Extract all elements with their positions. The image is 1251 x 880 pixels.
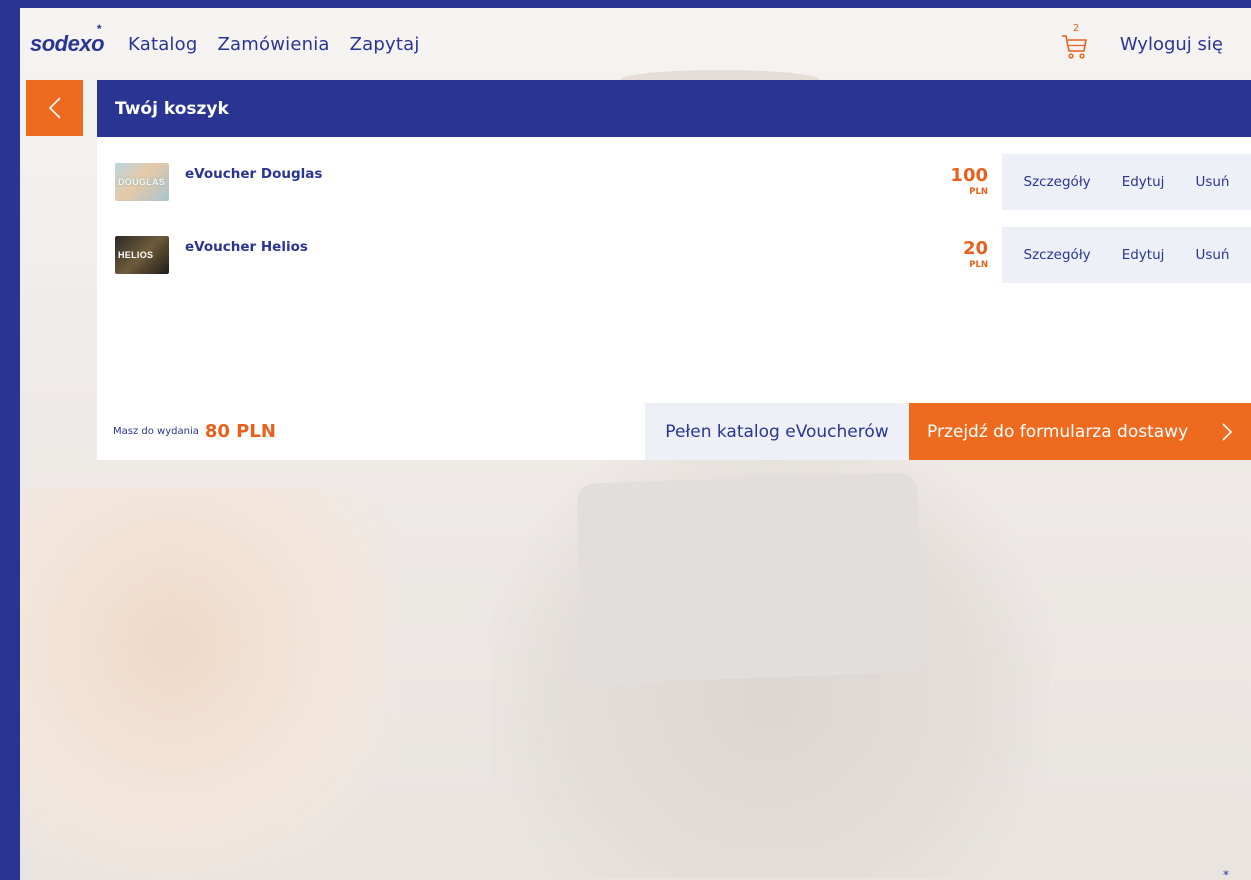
price-value: 100 (950, 165, 988, 187)
back-button[interactable] (26, 80, 83, 136)
cart-title: Twój koszyk (115, 98, 229, 119)
cart-item-helios: HELIOS eVoucher Helios 20 PLN Szczegóły … (97, 227, 1251, 283)
price-value: 20 (962, 238, 988, 260)
voucher-thumbnail-helios: HELIOS (115, 236, 169, 274)
price-currency: PLN (969, 187, 988, 198)
item-actions: Szczegóły Edytuj Usuń (1002, 154, 1251, 210)
nav-link-zamowienia[interactable]: Zamówienia (217, 34, 329, 55)
cart-header: Twój koszyk (97, 80, 1251, 137)
cart-count-badge: 2 (1072, 23, 1080, 34)
thumbnail-logo-text: DOUGLAS (118, 177, 166, 187)
remove-button[interactable]: Usuń (1195, 174, 1229, 190)
sodexo-logo[interactable]: sodexo * (30, 22, 105, 57)
checkout-label: Przejdź do formularza dostawy (927, 421, 1189, 442)
chevron-left-icon (48, 97, 61, 119)
background-photo-person (490, 428, 1050, 878)
cart-body: DOUGLAS eVoucher Douglas 100 PLN Szczegó… (97, 137, 1251, 460)
details-button[interactable]: Szczegóły (1024, 174, 1091, 190)
background-photo-dog (20, 488, 400, 880)
logo-text: sodexo (30, 31, 105, 56)
nav-link-zapytaj[interactable]: Zapytaj (350, 34, 420, 55)
item-price: 100 PLN (950, 167, 988, 197)
corner-star-icon: * (1223, 868, 1229, 880)
voucher-thumbnail-douglas: DOUGLAS (115, 163, 169, 201)
checkout-button[interactable]: Przejdź do formularza dostawy (909, 403, 1251, 460)
cart-button[interactable]: 2 (1060, 23, 1090, 61)
top-navigation: sodexo * Katalog Zamówienia Zapytaj 2 Wy… (20, 8, 1251, 80)
app-frame: sodexo * Katalog Zamówienia Zapytaj 2 Wy… (20, 8, 1251, 880)
nav-right: 2 Wyloguj się (1060, 23, 1223, 61)
item-price: 20 PLN (963, 240, 988, 270)
remove-button[interactable]: Usuń (1195, 247, 1229, 263)
cart-panel: Twój koszyk DOUGLAS eVoucher Douglas 100… (97, 80, 1251, 460)
full-catalog-button[interactable]: Pełen katalog eVoucherów (645, 403, 909, 460)
item-name: eVoucher Douglas (185, 166, 323, 182)
item-name: eVoucher Helios (185, 239, 308, 255)
edit-button[interactable]: Edytuj (1122, 247, 1165, 263)
details-button[interactable]: Szczegóły (1024, 247, 1091, 263)
full-catalog-label: Pełen katalog eVoucherów (665, 421, 889, 442)
nav-link-katalog[interactable]: Katalog (128, 34, 197, 55)
logout-link[interactable]: Wyloguj się (1120, 34, 1223, 55)
edit-button[interactable]: Edytuj (1122, 174, 1165, 190)
thumbnail-logo-text: HELIOS (118, 250, 154, 260)
item-actions: Szczegóły Edytuj Usuń (1002, 227, 1251, 283)
background-photo-laptop (576, 472, 924, 684)
price-currency: PLN (969, 260, 988, 271)
logo-star-icon: * (96, 22, 102, 36)
budget-label: Masz do wydania (113, 426, 199, 437)
cart-item-douglas: DOUGLAS eVoucher Douglas 100 PLN Szczegó… (97, 154, 1251, 210)
cart-footer: Masz do wydania 80 PLN Pełen katalog eVo… (97, 403, 1251, 460)
budget-value: 80 PLN (204, 421, 276, 442)
chevron-right-icon (1222, 423, 1233, 441)
